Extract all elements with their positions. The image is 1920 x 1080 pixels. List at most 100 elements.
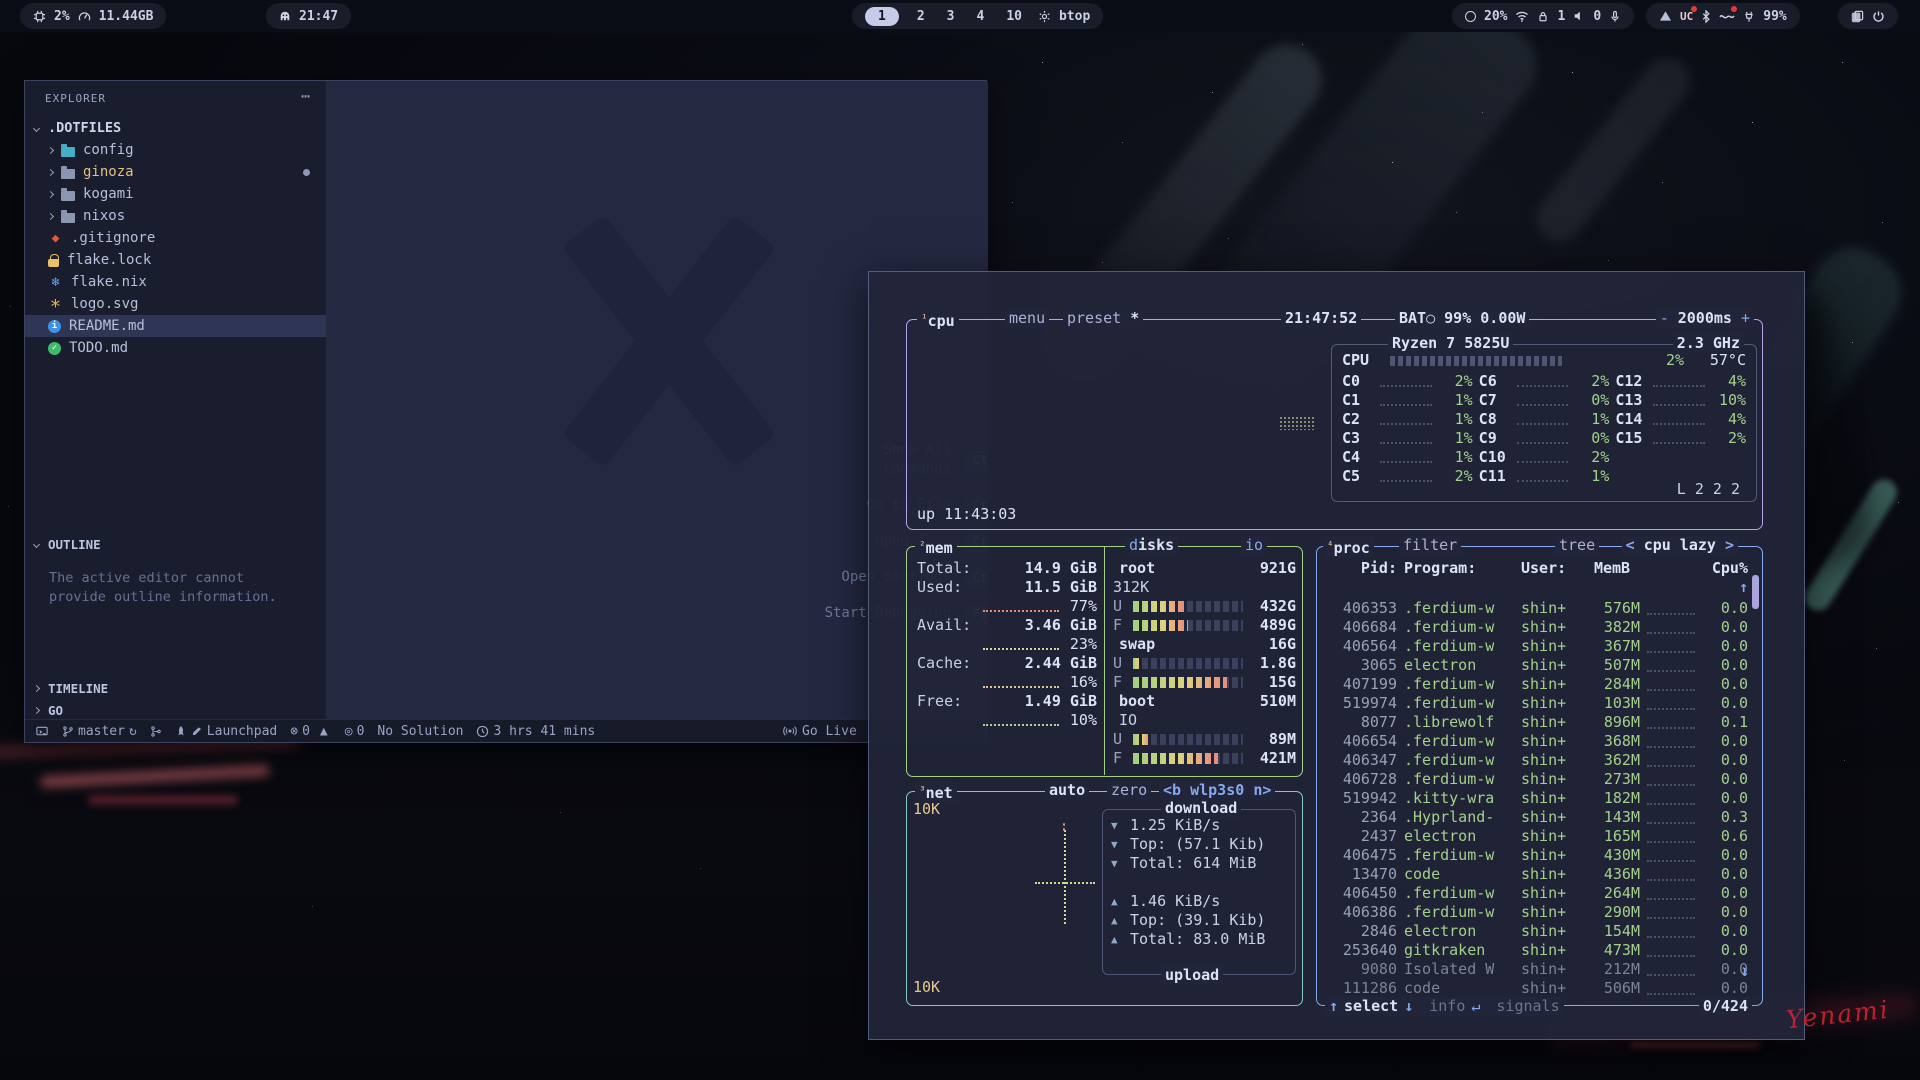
- tree-item[interactable]: ◆ .gitignore: [25, 227, 326, 249]
- net-interface-switcher[interactable]: <b wlp3s0 n>: [1159, 781, 1275, 800]
- col-user[interactable]: User:: [1521, 559, 1577, 597]
- net-auto-toggle[interactable]: auto: [1045, 781, 1089, 800]
- solution-status[interactable]: No Solution: [377, 724, 463, 739]
- process-row[interactable]: 111286 code shin+ 506M 0.0: [1325, 979, 1744, 998]
- tree-item[interactable]: i README.md: [25, 315, 326, 337]
- timeline-section-header[interactable]: TIMELINE: [25, 678, 326, 698]
- disk-name: root: [1113, 559, 1155, 578]
- microphone-icon[interactable]: [1609, 10, 1621, 23]
- rate-decrease-button[interactable]: -: [1660, 309, 1669, 327]
- speaker-icon[interactable]: [1573, 10, 1585, 22]
- process-row[interactable]: 3065 electron shin+ 507M 0.0: [1325, 656, 1744, 675]
- proc-tree-toggle[interactable]: tree: [1555, 536, 1599, 555]
- go-live-button[interactable]: Go Live: [783, 724, 857, 739]
- git-graph-icon[interactable]: [150, 725, 162, 738]
- menu-button[interactable]: menu: [1005, 309, 1049, 328]
- tree-item[interactable]: * logo.svg: [25, 293, 326, 315]
- net-zero-toggle[interactable]: zero: [1107, 781, 1151, 800]
- go-live-label: Go Live: [802, 724, 857, 739]
- process-row[interactable]: 519942 .kitty-wra shin+ 182M 0.0: [1325, 789, 1744, 808]
- wifi-icon[interactable]: [1515, 10, 1529, 22]
- process-row[interactable]: 406386 .ferdium-w shin+ 290M 0.0: [1325, 903, 1744, 922]
- select-action[interactable]: select: [1344, 997, 1398, 1016]
- proc-sort-mode[interactable]: < cpu lazy >: [1622, 536, 1738, 555]
- vpn-tray-icon[interactable]: [1659, 10, 1672, 22]
- info-action[interactable]: info: [1429, 997, 1465, 1016]
- launchpad-button[interactable]: Launchpad: [175, 724, 277, 739]
- outline-section-header[interactable]: OUTLINE: [25, 534, 326, 554]
- chevron-right-icon: [47, 190, 54, 197]
- power-icon[interactable]: [1872, 10, 1885, 23]
- file-icon: [61, 147, 75, 157]
- process-row[interactable]: 407199 .ferdium-w shin+ 284M 0.0: [1325, 675, 1744, 694]
- col-cpu[interactable]: Cpu% ↑: [1702, 559, 1748, 597]
- clipboard-icon[interactable]: [1851, 10, 1864, 23]
- process-row[interactable]: 406654 .ferdium-w shin+ 368M 0.0: [1325, 732, 1744, 751]
- sort-prev-button[interactable]: <: [1626, 536, 1635, 554]
- process-row[interactable]: 2846 electron shin+ 154M 0.0: [1325, 922, 1744, 941]
- net-graph-trace: [1035, 882, 1095, 884]
- remote-window-icon[interactable]: [35, 725, 49, 738]
- go-section-header[interactable]: GO: [25, 700, 326, 720]
- workspace-button[interactable]: 10: [1002, 8, 1026, 25]
- workspace-button[interactable]: 4: [972, 8, 988, 25]
- down-arrow-key[interactable]: ↓: [1404, 997, 1413, 1016]
- problems-indicator[interactable]: ⊗ 0 ▲: [290, 724, 331, 739]
- iface-prev-button[interactable]: <b: [1163, 781, 1181, 799]
- proc-filter-button[interactable]: filter: [1399, 536, 1461, 555]
- mem-box-title[interactable]: ²mem: [915, 536, 957, 558]
- process-row[interactable]: 406475 .ferdium-w shin+ 430M 0.0: [1325, 846, 1744, 865]
- refresh-rate-control[interactable]: - 2000ms +: [1656, 309, 1754, 328]
- proc-box-title[interactable]: ⁴proc: [1323, 536, 1374, 558]
- process-row[interactable]: 8077 .librewolf shin+ 896M 0.1: [1325, 713, 1744, 732]
- tree-item[interactable]: ✓ TODO.md: [25, 337, 326, 359]
- col-program[interactable]: Program:: [1404, 559, 1514, 597]
- tree-item[interactable]: kogami: [25, 183, 326, 205]
- cpu-box-title[interactable]: ¹cpu: [917, 309, 959, 331]
- process-row[interactable]: 519974 .ferdium-w shin+ 103M 0.0: [1325, 694, 1744, 713]
- tree-item[interactable]: nixos: [25, 205, 326, 227]
- clock-pill[interactable]: 21:47: [266, 3, 351, 29]
- ports-indicator[interactable]: ◎ 0: [345, 724, 365, 739]
- process-row[interactable]: 2437 electron shin+ 165M 0.6: [1325, 827, 1744, 846]
- tree-item[interactable]: ginoza: [25, 161, 326, 183]
- rate-increase-button[interactable]: +: [1741, 309, 1750, 327]
- process-row[interactable]: 406353 .ferdium-w shin+ 576M 0.0: [1325, 599, 1744, 618]
- timeline-title: TIMELINE: [48, 681, 108, 696]
- col-pid[interactable]: Pid:: [1325, 559, 1397, 597]
- uc-tray-icon[interactable]: UC: [1680, 10, 1693, 23]
- bluetooth-icon[interactable]: [1701, 10, 1711, 23]
- process-row[interactable]: 406347 .ferdium-w shin+ 362M 0.0: [1325, 751, 1744, 770]
- disk-detail: 312K: [1113, 578, 1149, 597]
- up-arrow-key[interactable]: ↑: [1329, 997, 1338, 1016]
- process-row[interactable]: 406684 .ferdium-w shin+ 382M 0.0: [1325, 618, 1744, 637]
- tree-root-dotfiles[interactable]: .DOTFILES: [25, 117, 326, 139]
- iface-next-button[interactable]: n>: [1253, 781, 1271, 799]
- git-branch-indicator[interactable]: master ↻: [62, 724, 137, 739]
- preset-button[interactable]: preset *: [1063, 309, 1143, 328]
- workspace-button[interactable]: 3: [943, 8, 959, 25]
- tree-item[interactable]: config: [25, 139, 326, 161]
- process-row[interactable]: 13470 code shin+ 436M 0.0: [1325, 865, 1744, 884]
- process-row[interactable]: 2364 .Hyprland- shin+ 143M 0.3: [1325, 808, 1744, 827]
- process-row[interactable]: 406450 .ferdium-w shin+ 264M 0.0: [1325, 884, 1744, 903]
- workspace-button[interactable]: 1: [865, 7, 899, 26]
- process-row[interactable]: 406728 .ferdium-w shin+ 273M 0.0: [1325, 770, 1744, 789]
- process-row[interactable]: 9080 Isolated W shin+ 212M 0.0: [1325, 960, 1744, 979]
- tree-item[interactable]: ❄ flake.nix: [25, 271, 326, 293]
- tree-item[interactable]: flake.lock: [25, 249, 326, 271]
- file-name: config: [83, 142, 134, 158]
- mouse-tray-icon[interactable]: [1719, 11, 1735, 21]
- col-memb[interactable]: MemB: [1584, 559, 1640, 597]
- time-tracker[interactable]: 3 hrs 41 mins: [476, 724, 595, 739]
- system-stats-pill[interactable]: 2% 11.44GB: [20, 3, 166, 29]
- process-row[interactable]: 406564 .ferdium-w shin+ 367M 0.0: [1325, 637, 1744, 656]
- signals-action[interactable]: signals: [1496, 997, 1559, 1016]
- sort-next-button[interactable]: >: [1725, 536, 1734, 554]
- explorer-more-actions-button[interactable]: ⋯: [301, 87, 310, 105]
- scroll-down-indicator[interactable]: ↓: [1740, 962, 1749, 981]
- workspace-button[interactable]: 2: [913, 8, 929, 25]
- proc-scrollbar[interactable]: [1752, 575, 1759, 609]
- controls-pill[interactable]: 20% 1 0: [1452, 3, 1634, 29]
- process-row[interactable]: 253640 gitkraken shin+ 473M 0.0: [1325, 941, 1744, 960]
